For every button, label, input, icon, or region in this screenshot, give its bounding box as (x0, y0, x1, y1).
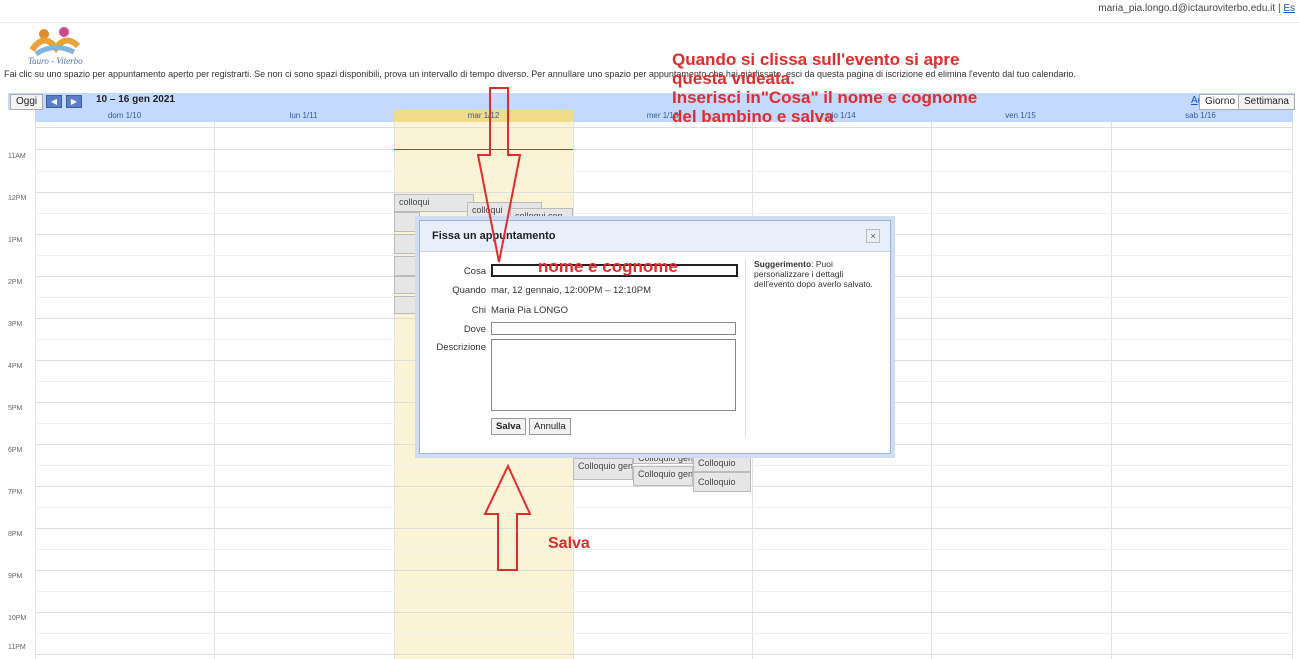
annotation-line: questa videata. (672, 69, 795, 88)
annotation-text: Quando si clissa sull'evento si apre que… (672, 50, 977, 126)
annotation-line: del bambino e salva (672, 107, 834, 126)
annotation-line: Inserisci in"Cosa" il nome e cognome (672, 88, 978, 107)
field-hint-annotation: nome e cognome (538, 257, 678, 276)
annotation-arrows (476, 87, 532, 571)
arrow-up-icon (483, 463, 532, 571)
save-hint-annotation: Salva (548, 535, 590, 552)
annotation-line: Quando si clissa sull'evento si apre (672, 50, 960, 69)
arrow-down-icon (476, 87, 522, 263)
